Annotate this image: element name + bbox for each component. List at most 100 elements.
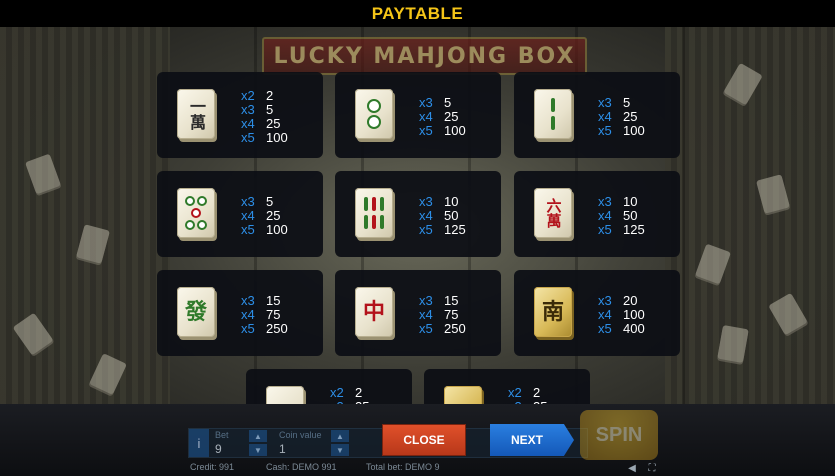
pay-multiplier: x5 bbox=[241, 129, 255, 145]
pay-amount: 15 bbox=[444, 292, 459, 308]
pay-row: x3 15 bbox=[419, 292, 466, 308]
circle-dots bbox=[185, 196, 207, 230]
six-bamboo-icon bbox=[355, 188, 393, 238]
pay-multiplier: x5 bbox=[598, 122, 612, 138]
circle-dot bbox=[367, 115, 381, 129]
pay-multiplier: x2 bbox=[241, 87, 255, 103]
pay-row: x4 50 bbox=[419, 207, 466, 223]
pay-values: x3 5 x4 25 x5 100 bbox=[598, 94, 645, 138]
pay-amount: 25 bbox=[623, 108, 638, 124]
pay-row: x2 2 bbox=[508, 384, 547, 400]
spin-label: SPIN bbox=[595, 423, 643, 446]
two-bamboo-icon bbox=[534, 89, 572, 139]
pay-multiplier: x3 bbox=[419, 94, 433, 110]
pay-multiplier: x5 bbox=[598, 221, 612, 237]
pay-values: x3 5 x4 25 x5 100 bbox=[419, 94, 466, 138]
pay-amount: 100 bbox=[266, 221, 288, 237]
pay-amount: 2 bbox=[355, 384, 363, 400]
sound-icon[interactable]: ◀ bbox=[626, 462, 638, 474]
pay-multiplier: x2 bbox=[508, 384, 522, 400]
pay-row: x4 25 bbox=[241, 207, 288, 223]
pay-values: x22 x325 bbox=[330, 384, 369, 405]
bet-increase-button[interactable]: ▲ bbox=[249, 430, 267, 442]
pay-multiplier: x2 bbox=[330, 384, 344, 400]
cash-text: Cash: DEMO 991 bbox=[266, 462, 337, 472]
pay-amount: 5 bbox=[266, 193, 274, 209]
pay-amount: 125 bbox=[623, 221, 645, 237]
pay-multiplier: x4 bbox=[598, 108, 612, 124]
pay-row: x4 25 bbox=[419, 108, 466, 124]
pay-multiplier: x5 bbox=[419, 221, 433, 237]
pay-amount: 100 bbox=[623, 306, 645, 322]
pay-row: x5 125 bbox=[598, 221, 645, 237]
pay-row: x4 25 bbox=[598, 108, 645, 124]
pay-multiplier: x4 bbox=[419, 108, 433, 124]
pay-multiplier: x4 bbox=[419, 207, 433, 223]
pay-amount: 10 bbox=[623, 193, 638, 209]
pay-multiplier: x5 bbox=[419, 320, 433, 336]
circle-dot bbox=[367, 99, 381, 113]
next-button[interactable]: NEXT bbox=[490, 424, 574, 456]
tile-glyph: 六萬 bbox=[544, 198, 563, 228]
pay-multiplier: x3 bbox=[598, 292, 612, 308]
pay-values: x2 2 x3 5 x4 25 x5 100 bbox=[241, 87, 288, 145]
bamboo-stick bbox=[372, 197, 376, 211]
close-button[interactable]: CLOSE bbox=[382, 424, 466, 456]
pay-row: x4 75 bbox=[419, 307, 466, 322]
tile-glyph: 中 bbox=[362, 299, 385, 325]
coin-value: 1 bbox=[279, 442, 286, 456]
pay-row: x3 20 bbox=[598, 292, 645, 308]
pay-row: x3 10 bbox=[419, 193, 466, 209]
pay-amount: 100 bbox=[444, 122, 466, 138]
circle-dots bbox=[367, 99, 381, 129]
circle-dot bbox=[197, 196, 207, 206]
bamboo-stick bbox=[551, 116, 555, 130]
pay-multiplier: x4 bbox=[598, 207, 612, 223]
fullscreen-icon[interactable]: ⛶ bbox=[646, 462, 658, 474]
paytable-card: 南 x3 20 x4 100 x5 400 bbox=[514, 270, 680, 356]
bamboo-stick bbox=[372, 215, 376, 229]
page-title: PAYTABLE bbox=[371, 3, 464, 23]
south-wind-icon: 南 bbox=[534, 287, 572, 337]
coin-increase-button[interactable]: ▲ bbox=[331, 430, 349, 442]
pay-row: x5 100 bbox=[419, 122, 466, 138]
bamboo-sticks bbox=[364, 197, 384, 229]
green-dragon-icon: 發 bbox=[177, 287, 215, 337]
info-button[interactable]: i bbox=[189, 429, 209, 457]
pay-multiplier: x3 bbox=[241, 292, 255, 308]
pay-amount: 50 bbox=[444, 207, 459, 223]
pay-multiplier: x4 bbox=[241, 115, 255, 131]
pay-amount: 25 bbox=[266, 207, 281, 223]
pay-values: x3 15 x4 75 x5 250 bbox=[241, 292, 288, 336]
pay-amount: 125 bbox=[444, 221, 466, 237]
paytable-card: x22 x325 bbox=[424, 369, 590, 404]
total-bet-text: Total bet: DEMO 9 bbox=[366, 462, 440, 472]
pay-amount: 2 bbox=[266, 87, 274, 103]
pay-row: x5 100 bbox=[241, 129, 288, 145]
pay-amount: 5 bbox=[623, 94, 631, 110]
bet-value: 9 bbox=[215, 442, 222, 456]
pay-multiplier: x4 bbox=[598, 306, 612, 322]
pay-amount: 250 bbox=[444, 320, 466, 336]
bet-decrease-button[interactable]: ▼ bbox=[249, 444, 267, 456]
pay-amount: 15 bbox=[266, 292, 281, 308]
pay-row: x3 5 bbox=[419, 94, 466, 110]
pay-multiplier: x3 bbox=[419, 193, 433, 209]
pay-multiplier: x3 bbox=[241, 193, 255, 209]
five-circles-icon bbox=[177, 188, 215, 238]
paytable-card: x3 5 x4 25 x5 100 bbox=[157, 171, 323, 257]
bamboo-sticks bbox=[551, 98, 555, 130]
bamboo-stick bbox=[364, 197, 368, 211]
tile-glyph: 發 bbox=[184, 299, 207, 325]
pay-amount: 5 bbox=[444, 94, 452, 110]
coin-decrease-button[interactable]: ▼ bbox=[331, 444, 349, 456]
spin-button[interactable]: SPIN bbox=[580, 410, 658, 460]
pay-row: x3 10 bbox=[598, 193, 645, 209]
pay-amount: 5 bbox=[266, 101, 274, 117]
paytable-card: 中 x3 15 x4 75 x5 250 bbox=[335, 270, 501, 356]
pay-multiplier: x5 bbox=[241, 320, 255, 336]
pay-amount: 250 bbox=[266, 320, 288, 336]
pay-row: x5 100 bbox=[241, 221, 288, 237]
paytable-card: x3 10 x4 50 x5 125 bbox=[335, 171, 501, 257]
bet-label: Bet bbox=[215, 430, 229, 440]
